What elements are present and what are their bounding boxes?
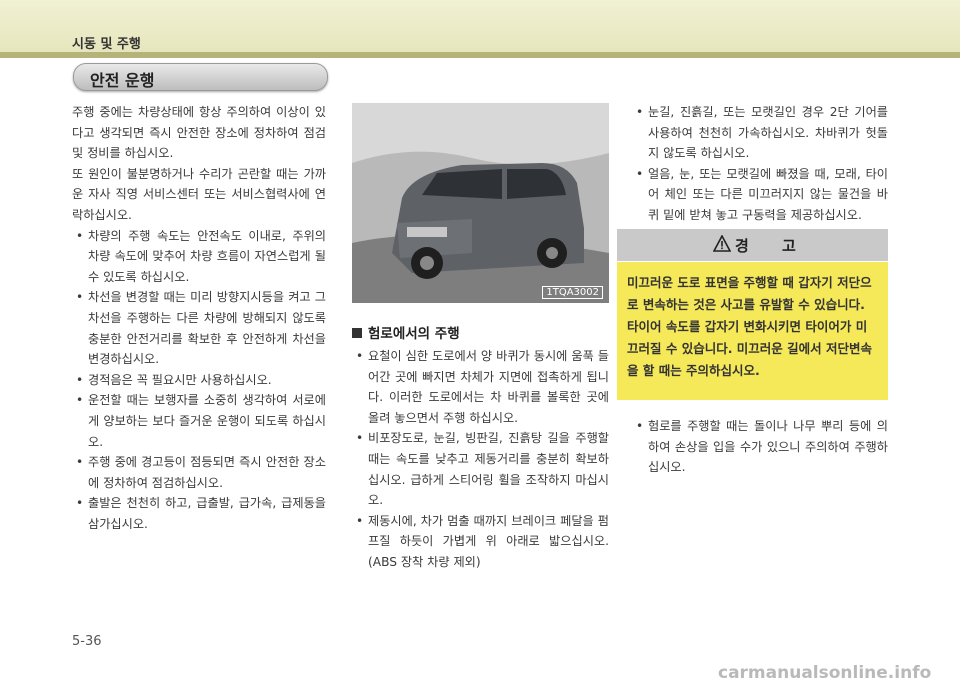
middle-column: 요철이 심한 도로에서 양 바퀴가 동시에 움푹 들어간 곳에 빠지면 차체가 … xyxy=(352,346,609,573)
warning-header: 경 고 xyxy=(617,229,888,261)
header-rule xyxy=(0,52,960,58)
van-illustration xyxy=(352,103,609,303)
photo-code: 1TQA3002 xyxy=(542,286,603,299)
list-item: 경적음은 꼭 필요시만 사용하십시오. xyxy=(72,370,326,391)
warning-body: 미끄러운 도로 표면을 주행할 때 갑자기 저단으로 변속하는 것은 사고를 유… xyxy=(617,262,888,400)
vehicle-photo: 1TQA3002 xyxy=(352,103,609,303)
list-item: 얼음, 눈, 또는 모랫길에 빠졌을 때, 모래, 타이어 체인 또는 다른 미… xyxy=(632,164,888,226)
list-item: 눈길, 진흙길, 또는 모랫길인 경우 2단 기어를 사용하여 천천히 가속하십… xyxy=(632,102,888,164)
intro-paragraph: 주행 중에는 차량상태에 항상 주의하여 이상이 있다고 생각되면 즉시 안전한… xyxy=(72,105,326,161)
right-column: 눈길, 진흙길, 또는 모랫길인 경우 2단 기어를 사용하여 천천히 가속하십… xyxy=(632,102,888,226)
section-title: 안전 운행 xyxy=(90,71,155,90)
subsection-heading-text: 험로에서의 주행 xyxy=(368,326,460,342)
right-column-bottom: 험로를 주행할 때는 돌이나 나무 뿌리 등에 의하여 손상을 입을 수가 있으… xyxy=(632,416,888,478)
list-item: 차선을 변경할 때는 미리 방향지시등을 켜고 그 차선을 주행하는 다른 차량… xyxy=(72,287,326,369)
list-item: 출발은 천천히 하고, 급출발, 급가속, 급제동을 삼가십시오. xyxy=(72,493,326,534)
watermark: carmanualsonline.info xyxy=(718,663,932,683)
list-item: 제동시에, 차가 멈출 때까지 브레이크 페달을 펌프질 하듯이 가볍게 위 아… xyxy=(352,511,609,573)
chapter-title: 시동 및 주행 xyxy=(72,37,141,52)
warning-text: 미끄러운 도로 표면을 주행할 때 갑자기 저단으로 변속하는 것은 사고를 유… xyxy=(627,275,873,378)
page-number: 5-36 xyxy=(72,634,102,649)
section-title-pill: 안전 운행 xyxy=(73,63,328,91)
page-header: 시동 및 주행 xyxy=(0,0,960,52)
list-item: 비포장도로, 눈길, 빙판길, 진흙탕 길을 주행할 때는 속도를 낮추고 제동… xyxy=(352,428,609,510)
list-item: 차량의 주행 속도는 안전속도 이내로, 주위의 차량 속도에 맞추어 차량 흐… xyxy=(72,226,326,288)
warning-triangle-icon xyxy=(713,235,731,252)
list-item: 주행 중에 경고등이 점등되면 즉시 안전한 장소에 정차하여 점검하십시오. xyxy=(72,452,326,493)
list-item: 험로를 주행할 때는 돌이나 나무 뿌리 등에 의하여 손상을 입을 수가 있으… xyxy=(632,416,888,478)
list-item: 운전할 때는 보행자를 소중히 생각하여 서로에게 양보하는 보다 즐거운 운행… xyxy=(72,390,326,452)
subsection-heading: 험로에서의 주행 xyxy=(352,322,460,342)
warning-title: 경 고 xyxy=(735,237,810,255)
list-item: 요철이 심한 도로에서 양 바퀴가 동시에 움푹 들어간 곳에 빠지면 차체가 … xyxy=(352,346,609,428)
square-bullet-icon xyxy=(352,328,362,338)
left-column: 주행 중에는 차량상태에 항상 주의하여 이상이 있다고 생각되면 즉시 안전한… xyxy=(72,102,326,534)
intro-paragraph: 또 원인이 불분명하거나 수리가 곤란할 때는 가까운 자사 직영 서비스센터 … xyxy=(72,166,326,222)
